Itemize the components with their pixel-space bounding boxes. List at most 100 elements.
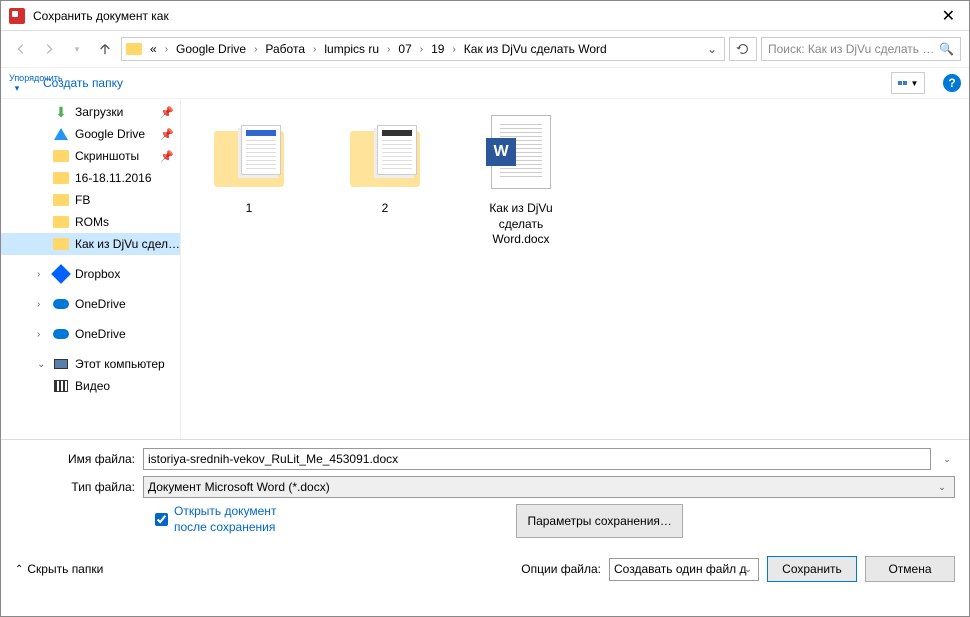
pin-icon: 📌 (160, 106, 174, 119)
tree-item[interactable]: Видео (1, 375, 180, 397)
chevron-down-icon: ⌄ (934, 482, 950, 493)
file-item[interactable]: 1 (201, 115, 297, 217)
chevron-icon: › (450, 44, 457, 55)
tree-item-label: Скриншоты (75, 149, 139, 163)
body: ⬇ Загрузки 📌 Google Drive 📌 Скриншоты📌 16-18.1… (1, 99, 969, 439)
search-input[interactable]: Поиск: Как из DjVu сделать … 🔍 (761, 37, 961, 61)
expander-icon[interactable]: ⌄ (37, 359, 47, 370)
chevron-icon: › (418, 44, 425, 55)
tree-item-label: Как из DjVu сделать Word (75, 237, 180, 251)
tree-item-label: 16-18.11.2016 (75, 171, 152, 185)
address-dropdown[interactable]: ⌄ (704, 42, 720, 56)
file-list[interactable]: 1 2 W Как из DjVu сделать Word.docx (181, 99, 969, 439)
tree-item[interactable]: FB (1, 189, 180, 211)
folder-icon (53, 192, 69, 208)
close-button[interactable]: ✕ (936, 6, 961, 26)
file-item[interactable]: W Как из DjVu сделать Word.docx (473, 115, 569, 248)
save-button[interactable]: Сохранить (767, 556, 857, 582)
crumb-1[interactable]: Google Drive (172, 42, 250, 56)
checkbox-input[interactable] (155, 504, 168, 535)
file-caption: 1 (201, 201, 297, 217)
crumb-6[interactable]: Как из DjVu сделать Word (460, 42, 611, 56)
cancel-button[interactable]: Отмена (865, 556, 955, 582)
word-icon: W (486, 138, 516, 166)
titlebar: Сохранить документ как ✕ (1, 1, 969, 31)
tree-item-label: Видео (75, 379, 110, 393)
chevron-icon: › (252, 44, 259, 55)
checkbox-label: Открыть документ после сохранения (174, 504, 276, 535)
pin-icon: 📌 (160, 128, 174, 141)
refresh-button[interactable] (729, 37, 757, 61)
folder-icon (53, 236, 69, 252)
recent-dropdown[interactable]: ▾ (65, 37, 89, 61)
app-icon (9, 8, 25, 24)
download-icon: ⬇ (53, 104, 69, 120)
tree-item[interactable]: › OneDrive (1, 293, 180, 315)
file-caption: Как из DjVu сделать Word.docx (473, 201, 569, 248)
save-params-button[interactable]: Параметры сохранения… (516, 504, 682, 538)
filetype-select[interactable]: Документ Microsoft Word (*.docx) ⌄ (143, 476, 955, 498)
view-mode-button[interactable]: ▼ (891, 72, 925, 94)
chevron-icon: › (163, 44, 170, 55)
filename-input[interactable] (143, 448, 931, 470)
dropbox-icon (53, 266, 69, 282)
crumb-5[interactable]: 19 (427, 42, 448, 56)
hide-folders-label: Скрыть папки (27, 562, 103, 576)
crumb-2[interactable]: Работа (261, 42, 309, 56)
video-icon (53, 378, 69, 394)
tree-item-label: FB (75, 193, 90, 207)
tree-item[interactable]: ⌄ Этот компьютер (1, 353, 180, 375)
tree-item[interactable]: ⬇ Загрузки 📌 (1, 101, 180, 123)
tree-item-label: OneDrive (75, 297, 126, 311)
footer: Имя файла: ⌄ Тип файла: Документ Microso… (1, 439, 969, 594)
tree-item-label: Этот компьютер (75, 357, 165, 371)
search-placeholder: Поиск: Как из DjVu сделать … (768, 42, 939, 56)
crumb-ellipsis[interactable]: « (146, 42, 161, 56)
tree-item[interactable]: 16-18.11.2016 (1, 167, 180, 189)
tree-item[interactable]: Скриншоты📌 (1, 145, 180, 167)
back-button[interactable] (9, 37, 33, 61)
up-button[interactable] (93, 37, 117, 61)
toolbar: Упорядочить Создать папку ▼ ? (1, 67, 969, 99)
search-icon: 🔍 (939, 42, 954, 56)
file-options-label: Опции файла: (521, 562, 601, 576)
gdrive-icon (53, 126, 69, 142)
folder-icon (53, 170, 69, 186)
file-options-select[interactable]: Создавать один файл д⌄ (609, 558, 759, 581)
filetype-value: Документ Microsoft Word (*.docx) (148, 480, 934, 494)
chevron-icon: › (385, 44, 392, 55)
crumb-4[interactable]: 07 (394, 42, 415, 56)
tree-item-label: OneDrive (75, 327, 126, 341)
tree-item-label: Google Drive (75, 127, 145, 141)
chevron-icon: › (311, 44, 318, 55)
tree-item[interactable]: Google Drive 📌 (1, 123, 180, 145)
tree-sidebar: ⬇ Загрузки 📌 Google Drive 📌 Скриншоты📌 16-18.1… (1, 99, 181, 439)
file-item[interactable]: 2 (337, 115, 433, 217)
tree-item[interactable]: › Dropbox (1, 263, 180, 285)
folder-icon (126, 43, 142, 55)
crumb-3[interactable]: lumpics ru (320, 42, 383, 56)
filename-dropdown[interactable]: ⌄ (939, 454, 955, 465)
tree-item[interactable]: ROMs (1, 211, 180, 233)
onedrive-icon (53, 296, 69, 312)
expander-icon[interactable]: › (37, 269, 47, 280)
hide-folders-button[interactable]: ⌃ Скрыть папки (15, 562, 103, 576)
tree-item-label: Dropbox (75, 267, 120, 281)
filename-label: Имя файла: (15, 452, 135, 466)
address-bar[interactable]: «› Google Drive› Работа› lumpics ru› 07›… (121, 37, 725, 61)
tree-item[interactable]: › OneDrive (1, 323, 180, 345)
tree-item-label: Загрузки (75, 105, 123, 119)
expander-icon[interactable]: › (37, 299, 47, 310)
tree-item[interactable]: Как из DjVu сделать Word (1, 233, 180, 255)
new-folder-button[interactable]: Создать папку (43, 76, 123, 90)
open-after-save-checkbox[interactable]: Открыть документ после сохранения (155, 504, 276, 535)
help-button[interactable]: ? (943, 74, 961, 92)
filetype-label: Тип файла: (15, 480, 135, 494)
forward-button[interactable] (37, 37, 61, 61)
window-title: Сохранить документ как (33, 9, 936, 23)
folder-icon (53, 148, 69, 164)
folder-icon (53, 214, 69, 230)
organize-menu[interactable]: Упорядочить (9, 73, 25, 94)
expander-icon[interactable]: › (37, 329, 47, 340)
chevron-up-icon: ⌃ (15, 564, 23, 575)
